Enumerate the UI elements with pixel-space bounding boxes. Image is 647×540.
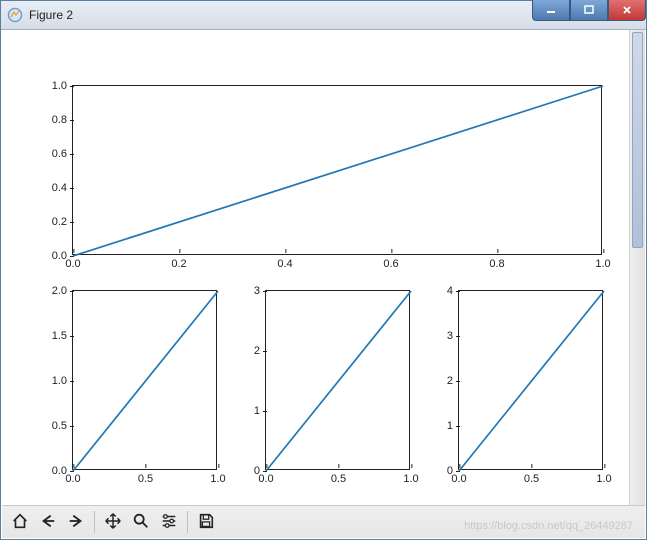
y-tick-label: 1.5 (52, 330, 73, 342)
x-tick-label: 0.0 (65, 254, 80, 270)
maximize-button[interactable] (570, 0, 608, 21)
forward-button[interactable] (62, 508, 90, 536)
watermark-text: https://blog.csdn.net/qq_26449287 (464, 520, 633, 532)
data-line (73, 291, 216, 469)
pan-button[interactable] (99, 508, 127, 536)
zoom-button[interactable] (127, 508, 155, 536)
data-line (266, 291, 409, 469)
scrollbar-thumb[interactable] (632, 32, 643, 248)
titlebar[interactable]: Figure 2 (1, 1, 646, 30)
y-tick-label: 0.5 (52, 420, 73, 432)
y-tick-label: 2 (447, 375, 459, 387)
y-tick-label: 0.2 (52, 216, 73, 228)
y-tick-label: 1.0 (52, 80, 73, 92)
vertical-scrollbar[interactable] (629, 30, 645, 505)
arrow-left-icon (39, 512, 57, 533)
window-buttons (532, 1, 646, 21)
y-tick-label: 0.6 (52, 148, 73, 160)
x-tick-label: 0.6 (383, 254, 398, 270)
x-tick-label: 1.0 (210, 469, 225, 485)
save-icon (197, 512, 215, 533)
x-tick-label: 0.5 (138, 469, 153, 485)
x-tick-label: 0.0 (258, 469, 273, 485)
window: Figure 2 0.00.20.40.60.81.00.00.20.40.60… (0, 0, 647, 540)
y-tick-label: 2.0 (52, 285, 73, 297)
y-tick-label: 0.8 (52, 114, 73, 126)
nav-toolbar: https://blog.csdn.net/qq_26449287 (2, 505, 645, 538)
x-tick-label: 0.5 (331, 469, 346, 485)
y-tick-label: 4 (447, 285, 459, 297)
x-tick-label: 0.5 (524, 469, 539, 485)
x-tick-label: 0.0 (65, 469, 80, 485)
subplot-bottom-mid: 01230.00.51.0 (265, 290, 410, 470)
y-tick-label: 1.0 (52, 375, 73, 387)
close-button[interactable] (608, 0, 646, 21)
y-tick-label: 1 (254, 405, 266, 417)
back-button[interactable] (34, 508, 62, 536)
app-icon (7, 7, 23, 23)
y-tick-label: 3 (447, 330, 459, 342)
subplot-bottom-right: 012340.00.51.0 (458, 290, 603, 470)
arrow-right-icon (67, 512, 85, 533)
minimize-button[interactable] (532, 0, 570, 21)
toolbar-separator (94, 511, 95, 533)
y-tick-label: 2 (254, 345, 266, 357)
data-line (459, 291, 602, 469)
zoom-icon (132, 512, 150, 533)
y-tick-label: 0.4 (52, 182, 73, 194)
x-tick-label: 0.0 (451, 469, 466, 485)
configure-subplots-button[interactable] (155, 508, 183, 536)
save-button[interactable] (192, 508, 220, 536)
x-tick-label: 0.2 (171, 254, 186, 270)
home-icon (11, 512, 29, 533)
subplot-top: 0.00.20.40.60.81.00.00.20.40.60.81.0 (72, 85, 602, 255)
y-tick-label: 1 (447, 420, 459, 432)
move-icon (104, 512, 122, 533)
x-tick-label: 0.8 (489, 254, 504, 270)
x-tick-label: 1.0 (403, 469, 418, 485)
subplot-bottom-left: 0.00.51.01.52.00.00.51.0 (72, 290, 217, 470)
data-line (73, 86, 601, 254)
y-tick-label: 3 (254, 285, 266, 297)
home-button[interactable] (6, 508, 34, 536)
toolbar-separator (187, 511, 188, 533)
x-tick-label: 1.0 (596, 469, 611, 485)
x-tick-label: 1.0 (595, 254, 610, 270)
sliders-icon (160, 512, 178, 533)
window-title: Figure 2 (29, 8, 73, 22)
x-tick-label: 0.4 (277, 254, 292, 270)
figure-canvas[interactable]: 0.00.20.40.60.81.00.00.20.40.60.81.00.00… (2, 30, 645, 505)
